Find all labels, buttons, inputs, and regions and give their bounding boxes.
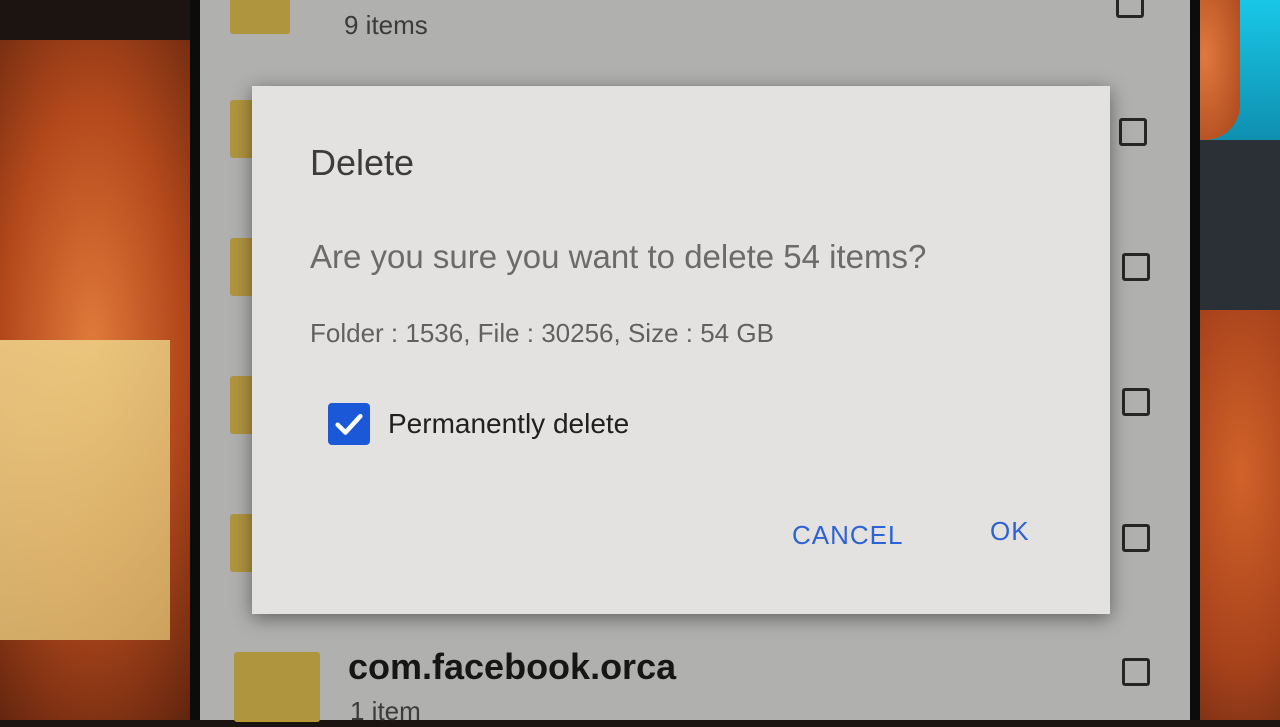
cancel-button[interactable]: CANCEL — [792, 520, 903, 551]
background-paper — [0, 340, 170, 640]
delete-dialog: Delete Are you sure you want to delete 5… — [252, 86, 1110, 614]
check-icon — [335, 413, 363, 435]
dialog-details: Folder : 1536, File : 30256, Size : 54 G… — [310, 318, 774, 348]
permanently-delete-checkbox[interactable] — [328, 403, 370, 445]
dialog-title: Delete — [310, 142, 415, 183]
dialog-message: Are you sure you want to delete 54 items… — [310, 238, 927, 275]
permanently-delete-label[interactable]: Permanently delete — [388, 408, 629, 440]
ok-button[interactable]: OK — [990, 516, 1030, 547]
